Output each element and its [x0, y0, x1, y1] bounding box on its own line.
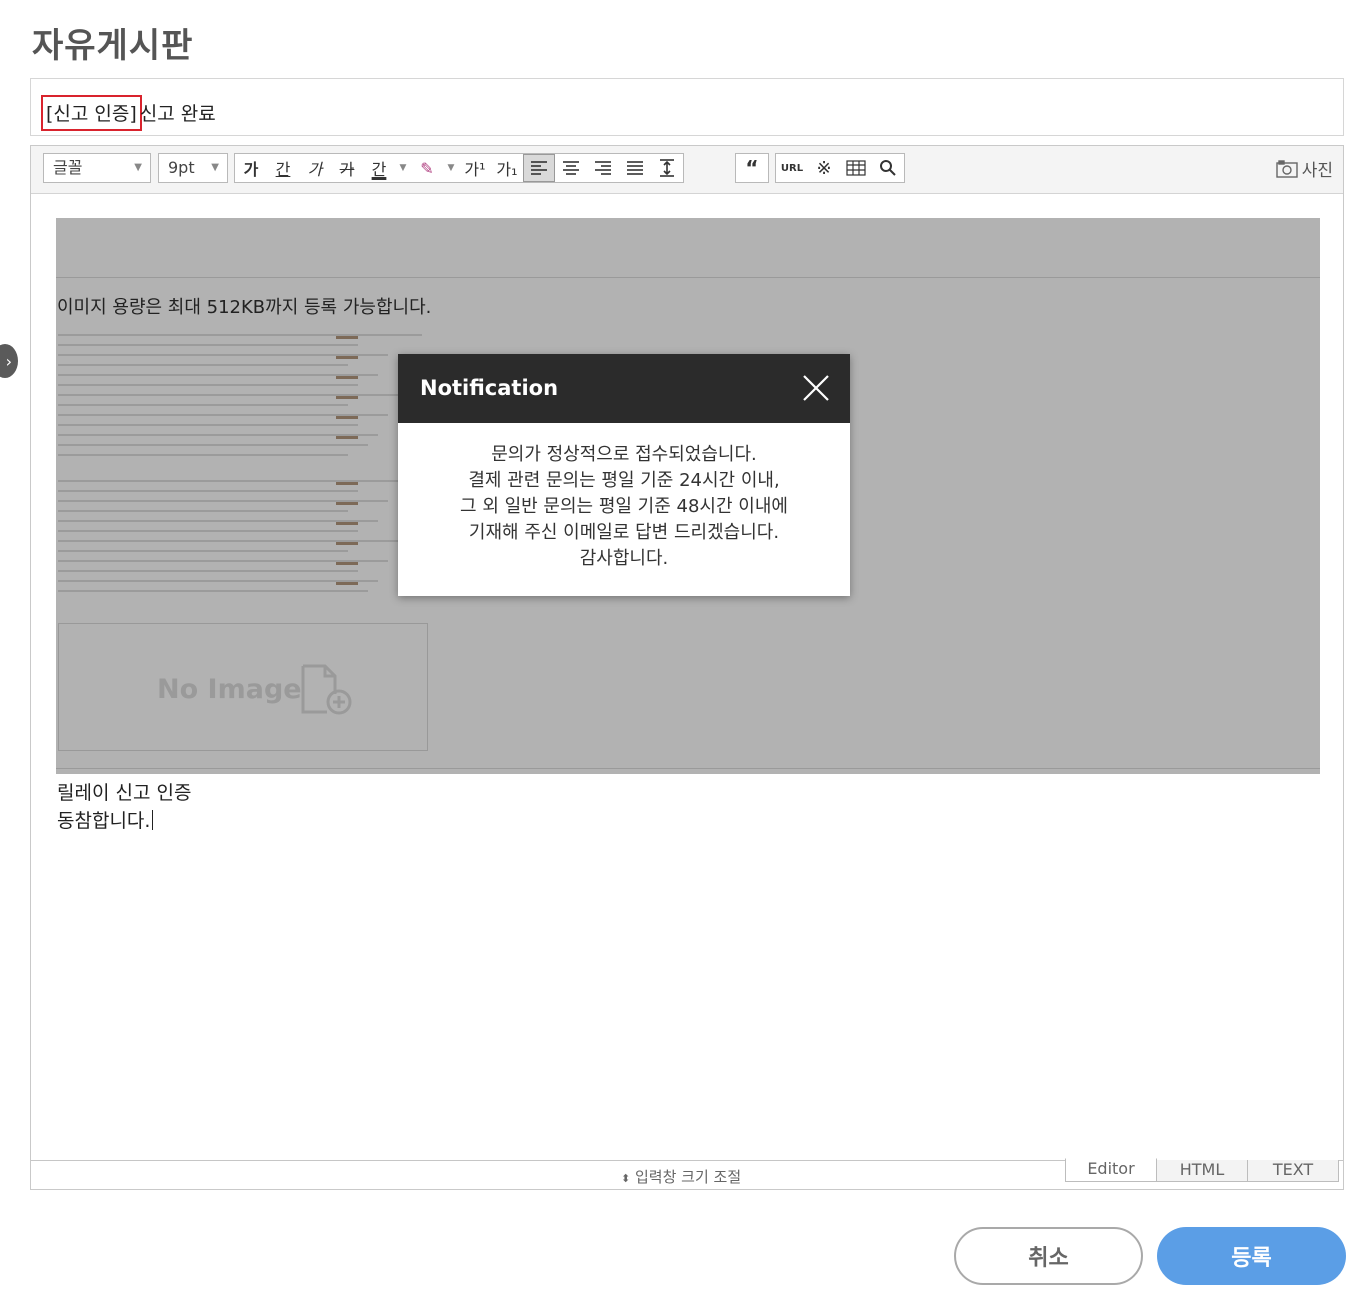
font-color-icon[interactable]: 간: [363, 154, 395, 182]
resize-label: ⬍ 입력창 크기 조절: [621, 1168, 742, 1186]
close-icon[interactable]: [802, 374, 830, 402]
tab-text[interactable]: TEXT: [1247, 1160, 1339, 1182]
text-cursor: [152, 810, 154, 830]
search-icon[interactable]: [872, 154, 904, 182]
modal-header: Notification: [398, 354, 850, 423]
quote-icon[interactable]: “: [736, 154, 768, 182]
photo-label: 사진: [1301, 161, 1333, 181]
divider: [56, 277, 1320, 278]
insert-group: URL ※: [775, 153, 905, 183]
cancel-button[interactable]: 취소: [954, 1227, 1143, 1285]
bold-icon[interactable]: 가: [235, 154, 267, 182]
font-size-value: 9pt: [168, 158, 195, 177]
tab-html[interactable]: HTML: [1156, 1160, 1248, 1182]
text-format-group: 가 간 가 가 간 ▼ ✎ ▼ 가¹ 가₁: [234, 153, 684, 183]
editor-content-area[interactable]: 이미지 용량은 최대 512KB까지 등록 가능합니다. No Image 릴레…: [31, 194, 1343, 1161]
notification-modal: Notification 문의가 정상적으로 접수되었습니다. 결제 관련 문의…: [398, 354, 850, 596]
post-body-text: 릴레이 신고 인증 동참합니다.: [57, 779, 191, 835]
modal-line: 그 외 일반 문의는 평일 기준 48시간 이내에: [460, 496, 788, 517]
font-family-select[interactable]: 글꼴 ▼: [43, 153, 151, 183]
superscript-icon[interactable]: 가¹: [459, 154, 491, 182]
body-line: 동참합니다.: [57, 807, 191, 835]
chevron-right-icon: ›: [5, 351, 12, 371]
screenshot-thumbnail: [58, 476, 422, 611]
page-title: 자유게시판: [32, 26, 194, 66]
url-icon[interactable]: URL: [776, 154, 808, 182]
editor-toolbar: 글꼴 ▼ 9pt ▼ 가 간 가 가 간 ▼ ✎ ▼ 가¹ 가₁ “ URL ※…: [31, 146, 1343, 194]
modal-line: 결제 관련 문의는 평일 기준 24시간 이내,: [468, 470, 780, 491]
no-image-placeholder[interactable]: No Image: [58, 623, 428, 751]
rich-text-editor: 글꼴 ▼ 9pt ▼ 가 간 가 가 간 ▼ ✎ ▼ 가¹ 가₁ “ URL ※…: [30, 145, 1344, 1190]
table-icon[interactable]: [840, 154, 872, 182]
title-prefix-highlight: [신고 인증]: [41, 95, 142, 131]
post-title-input[interactable]: [신고 인증] 신고 완료: [30, 78, 1344, 136]
screenshot-thumbnail: [58, 328, 422, 463]
insert-photo-button[interactable]: 사진: [1276, 156, 1333, 181]
chevron-down-icon[interactable]: ▼: [443, 154, 459, 182]
chevron-down-icon: ▼: [134, 162, 142, 173]
subscript-icon[interactable]: 가₁: [491, 154, 523, 182]
no-image-label: No Image: [157, 674, 302, 705]
modal-title: Notification: [420, 376, 559, 400]
line-height-icon[interactable]: [651, 154, 683, 182]
align-left-icon[interactable]: [523, 154, 555, 182]
highlight-icon[interactable]: ✎: [411, 154, 443, 182]
chevron-down-icon[interactable]: ▼: [395, 154, 411, 182]
body-line: 릴레이 신고 인증: [57, 782, 192, 804]
image-size-caption: 이미지 용량은 최대 512KB까지 등록 가능합니다.: [57, 297, 432, 318]
italic-icon[interactable]: 가: [299, 154, 331, 182]
divider: [56, 768, 1320, 769]
add-image-icon: [301, 664, 352, 715]
camera-icon: [1276, 159, 1298, 178]
align-center-icon[interactable]: [555, 154, 587, 182]
chevron-down-icon: ▼: [211, 162, 219, 173]
align-right-icon[interactable]: [587, 154, 619, 182]
justify-icon[interactable]: [619, 154, 651, 182]
underline-icon[interactable]: 간: [267, 154, 299, 182]
editor-mode-tabs: Editor HTML TEXT: [1065, 1158, 1339, 1182]
modal-line: 기재해 주신 이메일로 답변 드리겠습니다.: [468, 522, 780, 543]
side-panel-toggle[interactable]: ›: [0, 344, 18, 378]
quote-group: “: [735, 153, 769, 183]
submit-button[interactable]: 등록: [1157, 1227, 1346, 1285]
title-rest: 신고 완료: [139, 103, 216, 125]
font-family-value: 글꼴: [53, 158, 83, 177]
modal-message: 문의가 정상적으로 접수되었습니다. 결제 관련 문의는 평일 기준 24시간 …: [398, 442, 850, 572]
resize-arrows-icon: ⬍: [621, 1172, 631, 1185]
special-char-icon[interactable]: ※: [808, 154, 840, 182]
resize-handle[interactable]: ⬍ 입력창 크기 조절 Editor HTML TEXT: [31, 1158, 1343, 1189]
modal-line: 문의가 정상적으로 접수되었습니다.: [491, 444, 757, 465]
font-size-select[interactable]: 9pt ▼: [158, 153, 228, 183]
modal-line: 감사합니다.: [579, 548, 669, 569]
tab-editor[interactable]: Editor: [1065, 1158, 1157, 1182]
strikethrough-icon[interactable]: 가: [331, 154, 363, 182]
